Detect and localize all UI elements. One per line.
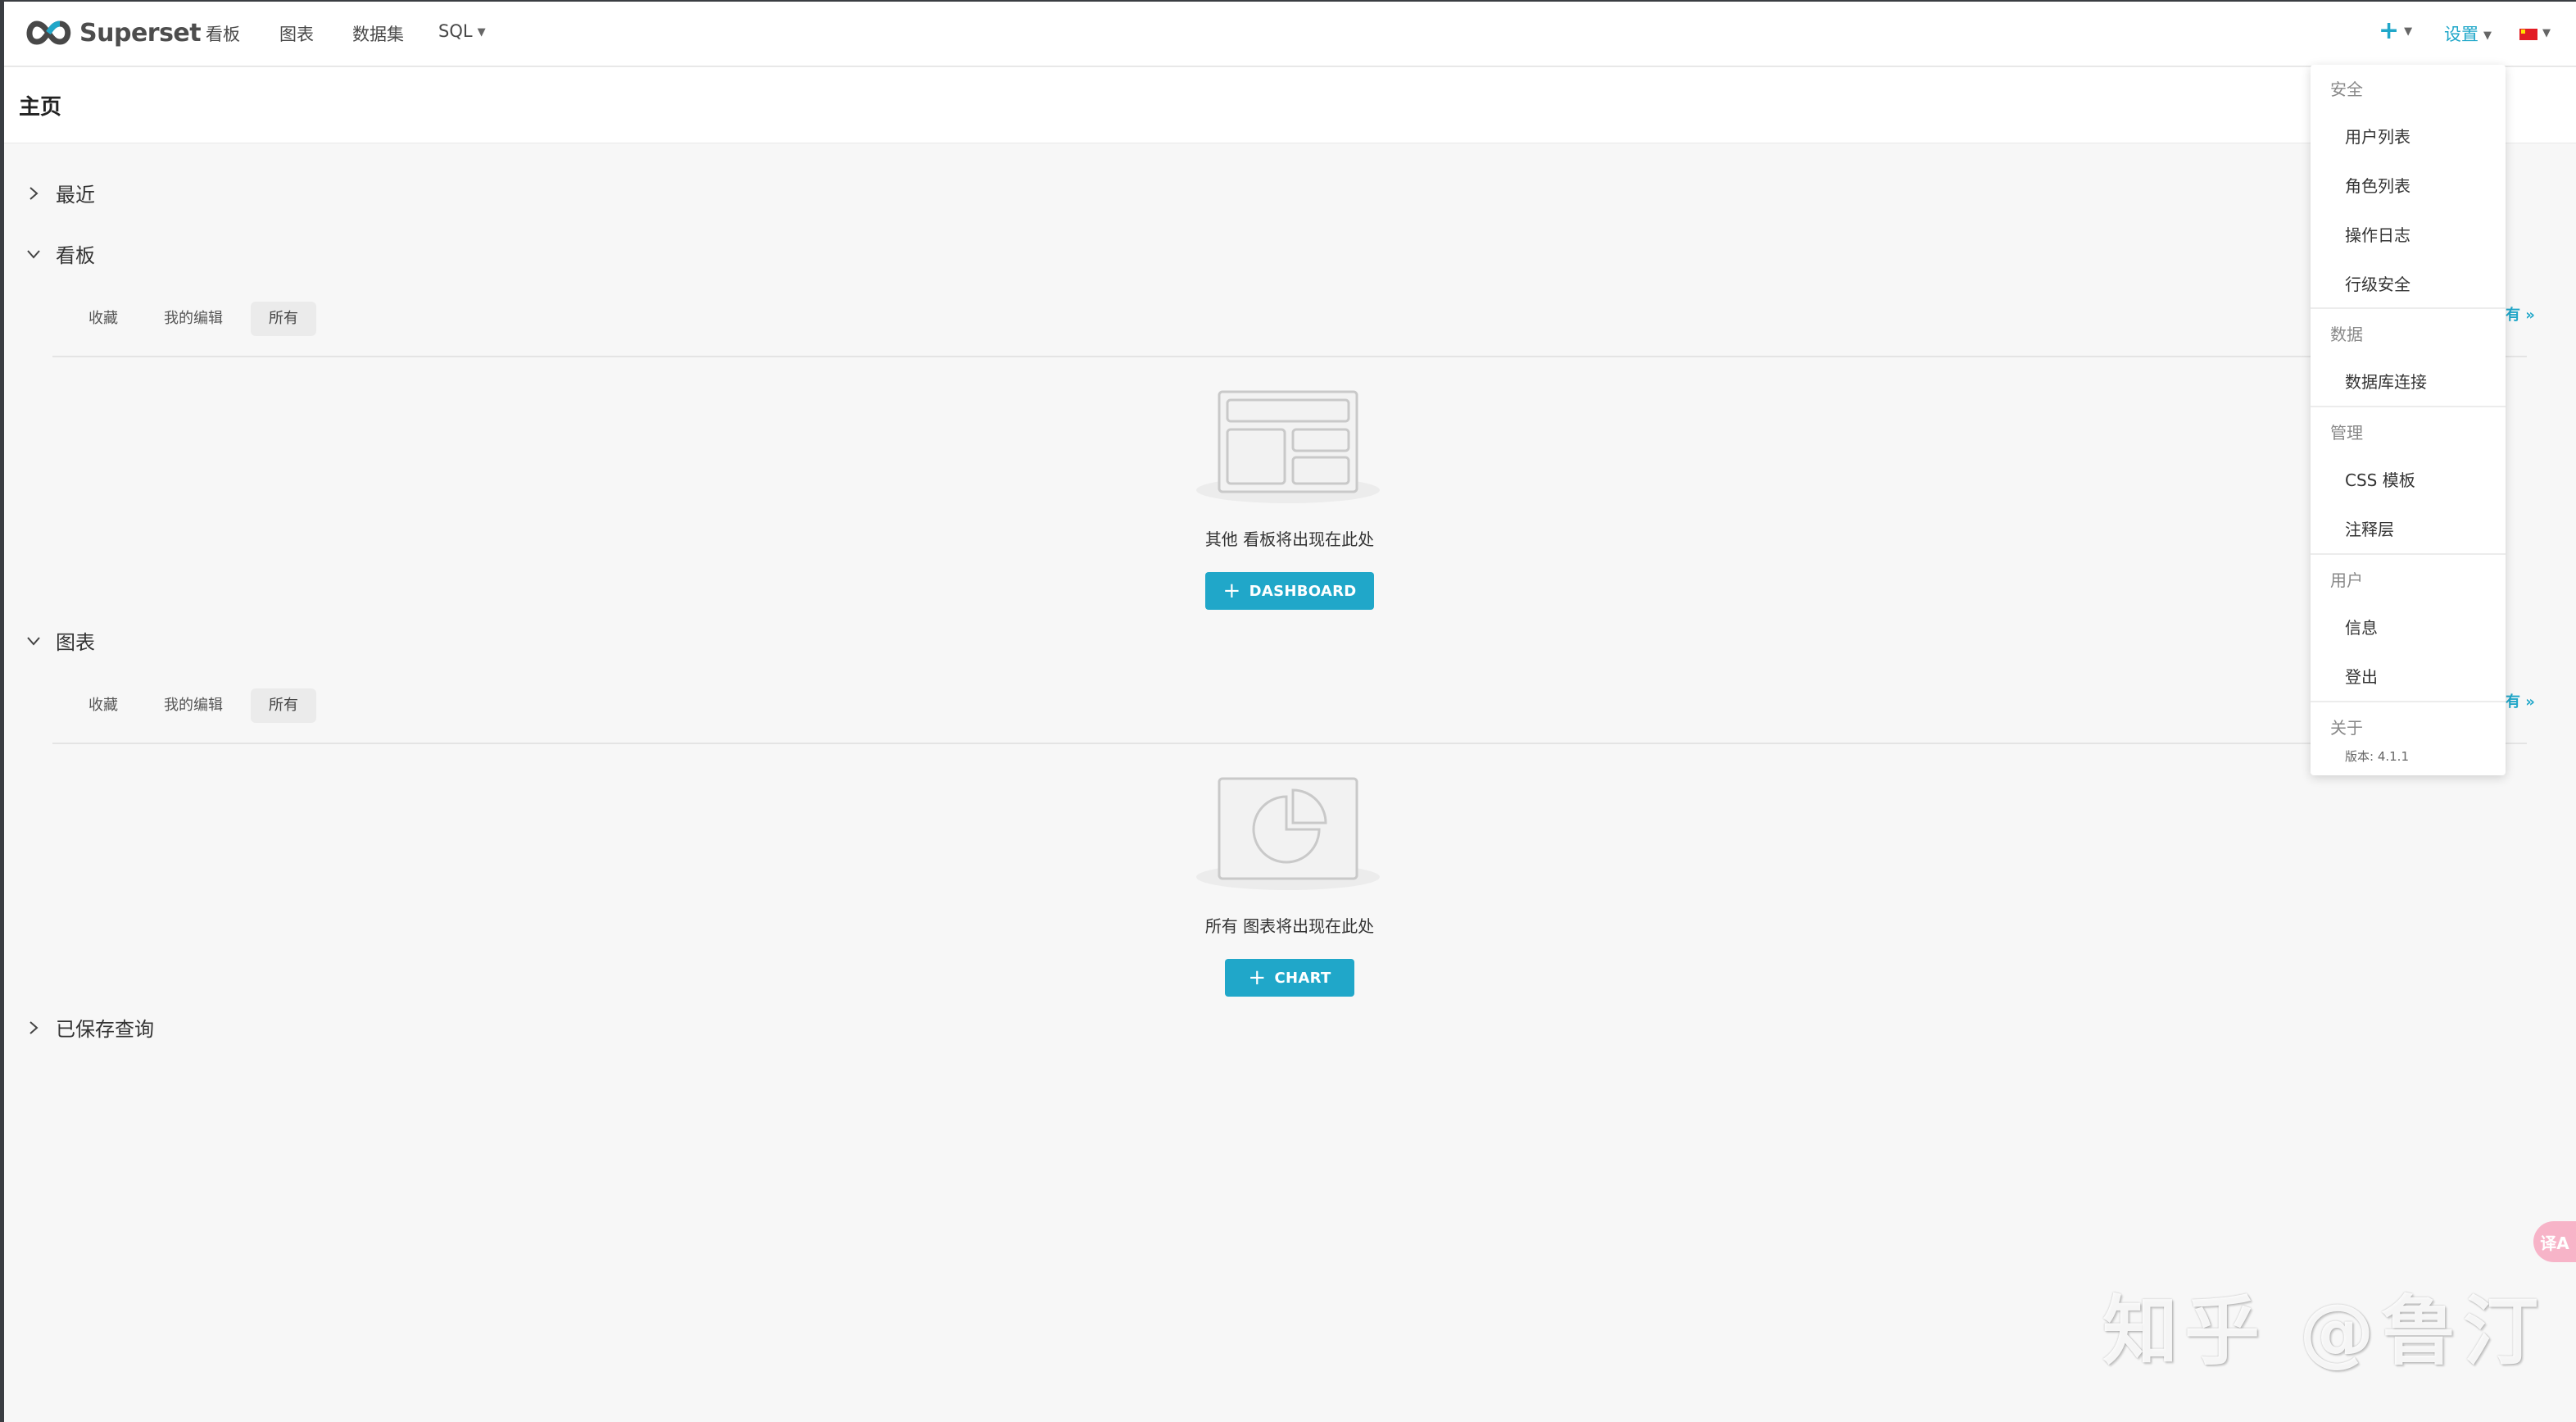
section-recent-header[interactable]: 最近 (21, 179, 95, 207)
window-frame-left (0, 0, 4, 1422)
superset-logo[interactable]: Superset (24, 16, 202, 49)
chevron-right-icon (21, 183, 46, 204)
settings-label: 设置 (2444, 25, 2478, 44)
section-charts-header[interactable]: 图表 (21, 626, 95, 655)
page-header: 主页 (4, 67, 2576, 143)
add-chart-button[interactable]: + CHART (1225, 959, 1354, 997)
view-all-charts-link[interactable]: 有 » (2506, 690, 2576, 711)
translate-icon[interactable]: 译A (2533, 1221, 2576, 1262)
menu-separator (2311, 553, 2506, 555)
language-flag-icon[interactable] (2519, 29, 2537, 40)
menu-separator (2311, 701, 2506, 702)
dashboard-tabs: 收藏 我的编辑 所有 (70, 302, 326, 336)
nav-datasets[interactable]: 数据集 (352, 21, 404, 46)
menu-item-action-log[interactable]: 操作日志 (2345, 222, 2410, 246)
new-menu[interactable]: + ▼ (2379, 16, 2412, 45)
settings-dropdown-menu: 安全 用户列表 角色列表 操作日志 行级安全 数据 数据库连接 管理 CSS 模… (2311, 65, 2506, 775)
settings-menu-toggle[interactable]: 设置 ▼ (2444, 21, 2492, 46)
section-charts-label: 图表 (56, 631, 95, 654)
tab-all[interactable]: 所有 (251, 302, 316, 336)
menu-group-manage: 管理 (2330, 423, 2363, 443)
page-title: 主页 (19, 95, 62, 120)
menu-item-database-connections[interactable]: 数据库连接 (2345, 369, 2427, 393)
section-saved-queries-header[interactable]: 已保存查询 (21, 1013, 154, 1042)
tab-favorite[interactable]: 收藏 (70, 688, 136, 723)
divider (52, 743, 2527, 744)
section-dashboards-header[interactable]: 看板 (21, 239, 95, 268)
tab-favorite[interactable]: 收藏 (70, 302, 136, 336)
empty-chart-icon (1196, 777, 1380, 890)
menu-group-data: 数据 (2330, 325, 2363, 344)
menu-group-about: 关于 (2330, 718, 2363, 738)
view-all-dashboards-link[interactable]: 有 » (2506, 303, 2576, 325)
chevron-right-icon (21, 1017, 46, 1038)
nav-sql-label: SQL (438, 21, 473, 41)
menu-item-info[interactable]: 信息 (2345, 615, 2378, 638)
add-dashboard-button[interactable]: + DASHBOARD (1205, 572, 1374, 610)
add-chart-label: CHART (1274, 969, 1331, 987)
superset-logo-icon (26, 20, 71, 45)
plus-icon: + (1248, 965, 1267, 990)
chevron-down-icon (21, 243, 46, 265)
empty-dashboard-icon (1196, 390, 1380, 503)
menu-separator (2311, 406, 2506, 407)
divider (52, 356, 2527, 357)
version-text: 版本: 4.1.1 (2345, 749, 2409, 764)
brand-name: Superset (79, 18, 202, 48)
menu-group-user: 用户 (2330, 570, 2363, 590)
menu-item-css-templates[interactable]: CSS 模板 (2345, 467, 2415, 491)
section-recent-label: 最近 (56, 184, 95, 207)
menu-item-role-list[interactable]: 角色列表 (2345, 173, 2410, 197)
caret-down-icon: ▼ (2483, 29, 2492, 42)
empty-dashboards-text: 其他 看板将出现在此处 (1204, 529, 1375, 549)
chevron-down-icon (21, 630, 46, 652)
nav-sql[interactable]: SQL ▼ (438, 21, 486, 41)
nav-charts[interactable]: 图表 (279, 21, 314, 46)
menu-item-logout[interactable]: 登出 (2345, 664, 2378, 688)
empty-charts-text: 所有 图表将出现在此处 (1204, 916, 1375, 936)
tab-all[interactable]: 所有 (251, 688, 316, 723)
add-dashboard-label: DASHBOARD (1249, 582, 1357, 600)
top-navbar: Superset 看板 图表 数据集 SQL ▼ + ▼ 设置 ▼ ▼ (4, 2, 2576, 67)
nav-dashboards[interactable]: 看板 (206, 21, 240, 46)
section-dashboards-label: 看板 (56, 244, 95, 267)
menu-group-security: 安全 (2330, 80, 2363, 99)
menu-item-user-list[interactable]: 用户列表 (2345, 124, 2410, 148)
menu-item-annotation-layers[interactable]: 注释层 (2345, 516, 2394, 540)
plus-icon: + (2379, 16, 2400, 45)
plus-icon: + (1222, 579, 1241, 603)
tab-mine[interactable]: 我的编辑 (146, 688, 241, 723)
section-saved-queries-label: 已保存查询 (56, 1018, 154, 1041)
menu-separator (2311, 307, 2506, 309)
tab-mine[interactable]: 我的编辑 (146, 302, 241, 336)
caret-down-icon[interactable]: ▼ (2542, 27, 2551, 39)
caret-down-icon: ▼ (2404, 25, 2413, 38)
caret-down-icon: ▼ (477, 25, 486, 39)
watermark-text: 知乎 @鲁汀 (2102, 1288, 2546, 1375)
menu-item-row-level-security[interactable]: 行级安全 (2345, 271, 2410, 295)
chart-tabs: 收藏 我的编辑 所有 (70, 688, 326, 723)
